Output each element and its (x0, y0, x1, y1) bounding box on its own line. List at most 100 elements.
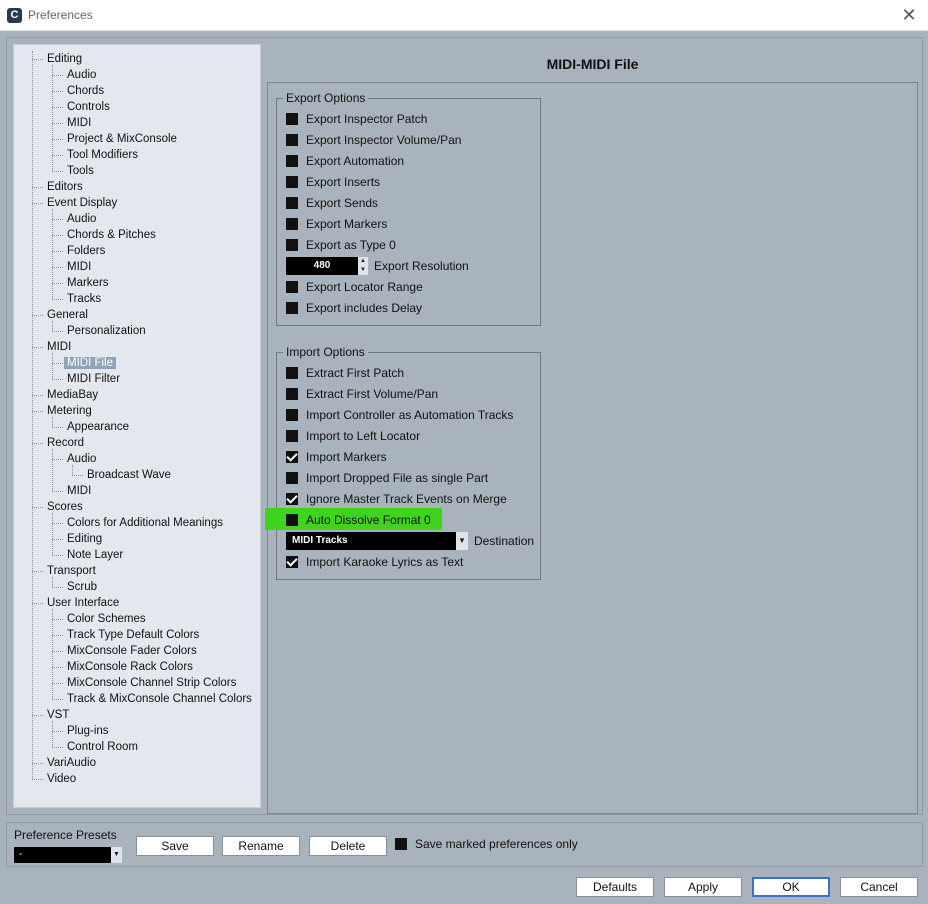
option-checkbox[interactable] (286, 281, 298, 293)
option-checkbox[interactable] (286, 197, 298, 209)
tree-item[interactable]: Audio (64, 451, 99, 467)
save-marked-checkbox[interactable] (395, 838, 407, 850)
page-title: MIDI-MIDI File (546, 56, 639, 72)
cancel-button[interactable]: Cancel (840, 877, 918, 897)
tree-item[interactable]: Color Schemes (64, 611, 149, 627)
option-checkbox[interactable] (286, 388, 298, 400)
tree-item[interactable]: Audio (64, 67, 99, 83)
tree-item[interactable]: Note Layer (64, 547, 126, 563)
defaults-button[interactable]: Defaults (576, 877, 654, 897)
close-icon[interactable]: ✕ (898, 5, 920, 25)
tree-item[interactable]: Folders (64, 243, 108, 259)
tree-item-label: Project & MixConsole (67, 133, 177, 145)
apply-button[interactable]: Apply (664, 877, 742, 897)
tree-item[interactable]: Audio (64, 211, 99, 227)
tree-item[interactable]: Markers (64, 275, 112, 291)
tree-item[interactable]: Chords & Pitches (64, 227, 159, 243)
ok-button[interactable]: OK (752, 877, 830, 897)
tree-connector (32, 187, 43, 188)
option-label: Export Inserts (306, 175, 381, 189)
tree-item[interactable]: MIDI (64, 483, 94, 499)
tree-item[interactable]: Plug-ins (64, 723, 112, 739)
save-preset-button[interactable]: Save (136, 836, 214, 856)
tree-item-label: Event Display (47, 197, 118, 209)
option-label: Import Dropped File as single Part (306, 471, 489, 485)
tree-item-label: Track & MixConsole Channel Colors (67, 693, 252, 705)
tree-item[interactable]: MediaBay (44, 387, 101, 403)
destination-dropdown[interactable]: MIDI Tracks ▼ (286, 532, 468, 550)
option-checkbox[interactable] (286, 113, 298, 125)
tree-connector (32, 51, 33, 779)
export-resolution-stepper[interactable]: 480 ▲ ▼ (286, 257, 368, 275)
tree-item[interactable]: Editors (44, 179, 86, 195)
tree-item[interactable]: Video (44, 771, 79, 787)
presets-select[interactable]: - ▼ (14, 847, 122, 863)
tree-item[interactable]: User Interface (44, 595, 122, 611)
tree-item[interactable]: Controls (64, 99, 113, 115)
tree-connector (52, 683, 63, 684)
tree-item[interactable]: MIDI (44, 339, 74, 355)
tree-item[interactable]: Scrub (64, 579, 100, 595)
tree-connector (52, 577, 53, 587)
tree-item[interactable]: Broadcast Wave (84, 467, 174, 483)
tree-item[interactable]: MIDI Filter (64, 371, 123, 387)
stepper-arrows-icon[interactable]: ▲ ▼ (358, 257, 368, 275)
tree-item[interactable]: Record (44, 435, 87, 451)
tree-connector (52, 417, 53, 427)
tree-item[interactable]: VST (44, 707, 72, 723)
tree-item-label: VST (47, 709, 70, 721)
tree-item-label: Tool Modifiers (67, 149, 138, 161)
option-label: Ignore Master Track Events on Merge (306, 492, 507, 506)
tree-item[interactable]: MixConsole Rack Colors (64, 659, 196, 675)
tree-item[interactable]: Tracks (64, 291, 104, 307)
option-checkbox[interactable] (286, 493, 298, 505)
tree-item[interactable]: VariAudio (44, 755, 99, 771)
tree-item[interactable]: MIDI (64, 259, 94, 275)
tree-item[interactable]: Editing (64, 531, 105, 547)
option-checkbox[interactable] (286, 218, 298, 230)
tree-item[interactable]: Track Type Default Colors (64, 627, 202, 643)
tree-item[interactable]: Project & MixConsole (64, 131, 180, 147)
tree-item[interactable]: MixConsole Fader Colors (64, 643, 200, 659)
tree-item[interactable]: MIDI (64, 115, 94, 131)
tree-item-label: Chords & Pitches (67, 229, 156, 241)
preference-presets-area: Preference Presets - ▼ Save Rename Delet… (6, 822, 923, 867)
option-checkbox[interactable] (286, 451, 298, 463)
tree-item[interactable]: Event Display (44, 195, 120, 211)
tree-connector (32, 507, 43, 508)
option-checkbox[interactable] (286, 176, 298, 188)
preferences-tree[interactable]: Editing Audio Chords Controls MIDI Project & … (13, 44, 261, 808)
tree-item[interactable]: Control Room (64, 739, 141, 755)
option-checkbox[interactable] (286, 367, 298, 379)
preferences-main-area: Editing Audio Chords Controls MIDI Project & … (6, 37, 923, 815)
tree-item[interactable]: Appearance (64, 419, 132, 435)
tree-item[interactable]: MixConsole Channel Strip Colors (64, 675, 239, 691)
tree-item[interactable]: Chords (64, 83, 107, 99)
option-row: Ignore Master Track Events on Merge (286, 490, 507, 508)
option-checkbox[interactable] (286, 239, 298, 251)
tree-item[interactable]: Scores (44, 499, 86, 515)
option-checkbox[interactable] (286, 134, 298, 146)
option-checkbox[interactable] (286, 430, 298, 442)
tree-item[interactable]: MIDI File (64, 355, 116, 371)
option-checkbox[interactable] (286, 556, 298, 568)
option-checkbox[interactable] (286, 155, 298, 167)
option-checkbox[interactable] (286, 514, 298, 526)
tree-item[interactable]: Tools (64, 163, 97, 179)
option-checkbox[interactable] (286, 302, 298, 314)
option-checkbox[interactable] (286, 472, 298, 484)
tree-item[interactable]: Editing (44, 51, 85, 67)
option-checkbox[interactable] (286, 409, 298, 421)
option-row: Export Inspector Volume/Pan (286, 131, 461, 149)
delete-preset-button[interactable]: Delete (309, 836, 387, 856)
rename-preset-button[interactable]: Rename (222, 836, 300, 856)
tree-item[interactable]: Tool Modifiers (64, 147, 141, 163)
option-row: Export as Type 0 (286, 236, 396, 254)
tree-connector (52, 491, 63, 492)
tree-item[interactable]: Colors for Additional Meanings (64, 515, 226, 531)
tree-connector (52, 449, 53, 491)
export-options-group: Export Options Export Inspector Patch Exp… (276, 91, 541, 326)
tree-item[interactable]: Personalization (64, 323, 149, 339)
tree-item[interactable]: Track & MixConsole Channel Colors (64, 691, 255, 707)
destination-value: MIDI Tracks (292, 535, 348, 546)
